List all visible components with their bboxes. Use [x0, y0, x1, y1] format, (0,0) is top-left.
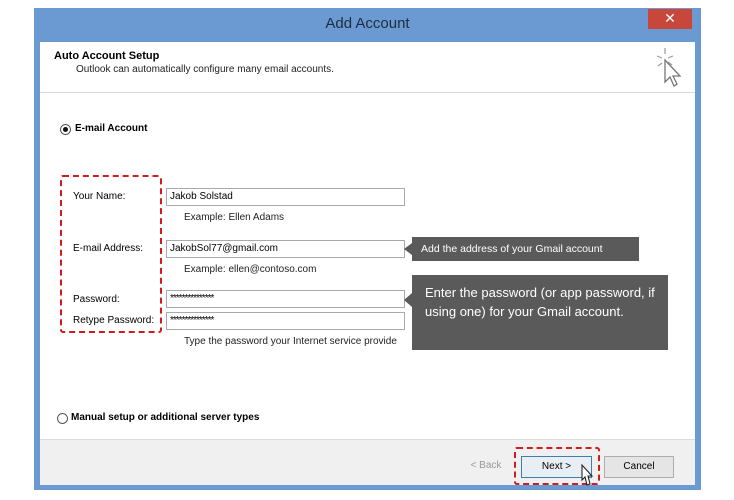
- your-name-field[interactable]: Jakob Solstad: [166, 188, 405, 206]
- manual-setup-radio[interactable]: [57, 413, 68, 424]
- password-callout: Enter the password (or app password, if …: [412, 275, 668, 350]
- header-subtitle: Outlook can automatically configure many…: [76, 64, 334, 75]
- email-account-label[interactable]: E-mail Account: [75, 123, 147, 134]
- manual-setup-label[interactable]: Manual setup or additional server types: [71, 412, 259, 423]
- title-bar[interactable]: Add Account ✕: [34, 8, 701, 40]
- dialog-body: E-mail Account Your Name: Jakob Solstad …: [40, 93, 695, 438]
- back-button[interactable]: < Back: [466, 456, 506, 478]
- close-button[interactable]: ✕: [648, 9, 692, 29]
- add-account-window: Add Account ✕ Auto Account Setup Outlook…: [34, 8, 701, 490]
- retype-password-field[interactable]: ***************: [166, 312, 405, 330]
- password-field[interactable]: ***************: [166, 290, 405, 308]
- your-name-example: Example: Ellen Adams: [184, 212, 285, 223]
- email-callout-pointer: [404, 243, 412, 255]
- email-address-example: Example: ellen@contoso.com: [184, 264, 317, 275]
- dialog-header: Auto Account Setup Outlook can automatic…: [40, 42, 695, 93]
- header-title: Auto Account Setup: [54, 50, 160, 62]
- magic-wand-cursor-icon: [656, 48, 682, 87]
- password-hint: Type the password your Internet service …: [184, 336, 397, 347]
- password-callout-pointer: [404, 293, 412, 307]
- dialog-footer: < Back Next > Cancel: [40, 439, 695, 486]
- mouse-pointer-icon: [581, 463, 594, 486]
- cancel-button[interactable]: Cancel: [604, 456, 674, 478]
- dialog-client-area: Auto Account Setup Outlook can automatic…: [40, 42, 695, 486]
- email-account-radio[interactable]: [60, 124, 71, 135]
- email-address-field[interactable]: JakobSol77@gmail.com: [166, 240, 405, 258]
- email-callout: Add the address of your Gmail account: [412, 237, 639, 261]
- window-title: Add Account: [325, 15, 410, 32]
- labels-highlight-box: [60, 175, 162, 333]
